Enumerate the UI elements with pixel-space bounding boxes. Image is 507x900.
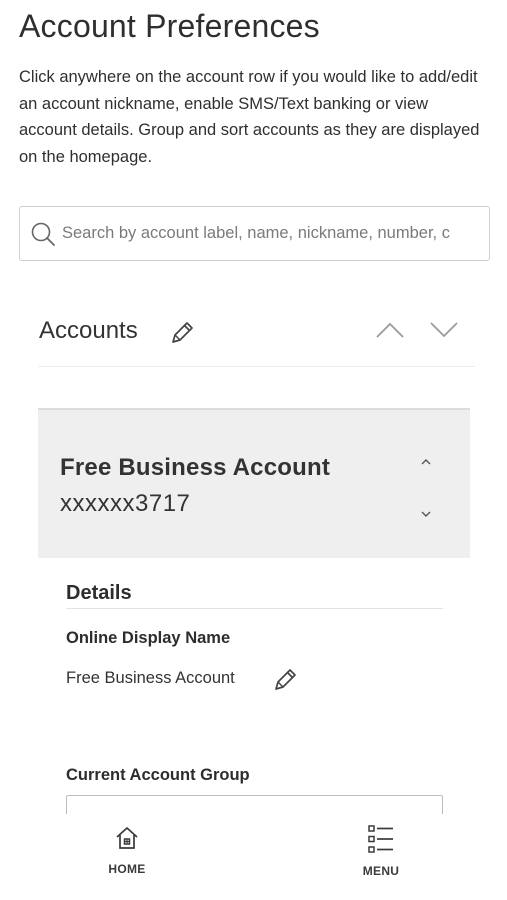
nav-menu[interactable]: MENU	[341, 824, 421, 878]
nav-menu-label: MENU	[362, 864, 400, 878]
account-number: xxxxxx3717	[60, 490, 191, 517]
home-icon	[116, 827, 138, 849]
account-row[interactable]: Free Business Account xxxxxx3717	[38, 408, 470, 558]
account-name: Free Business Account	[60, 454, 331, 481]
details-divider	[66, 608, 443, 609]
search-input[interactable]	[62, 224, 482, 243]
list-menu-icon	[368, 825, 393, 853]
online-display-name-value: Free Business Account	[66, 669, 235, 687]
accounts-divider	[38, 366, 475, 367]
search-icon	[31, 222, 55, 246]
accounts-header: Accounts	[39, 315, 475, 351]
search-box[interactable]	[19, 206, 490, 261]
chevron-up-icon[interactable]	[375, 321, 405, 344]
intro-text: Click anywhere on the account row if you…	[19, 68, 480, 166]
accounts-heading: Accounts	[39, 317, 138, 344]
bottom-nav: HOME MENU	[0, 814, 507, 900]
details-heading: Details	[66, 582, 132, 604]
caret-up-icon[interactable]	[419, 454, 433, 472]
online-display-name-label: Online Display Name	[66, 629, 231, 647]
pencil-icon[interactable]	[270, 666, 300, 699]
page-title: Account Preferences	[19, 8, 320, 44]
chevron-down-icon[interactable]	[429, 321, 459, 344]
nav-home-label: HOME	[108, 862, 146, 876]
pencil-icon[interactable]	[168, 319, 196, 352]
current-account-group-label: Current Account Group	[66, 766, 250, 784]
caret-down-icon[interactable]	[419, 506, 433, 524]
nav-home[interactable]: HOME	[87, 824, 167, 876]
